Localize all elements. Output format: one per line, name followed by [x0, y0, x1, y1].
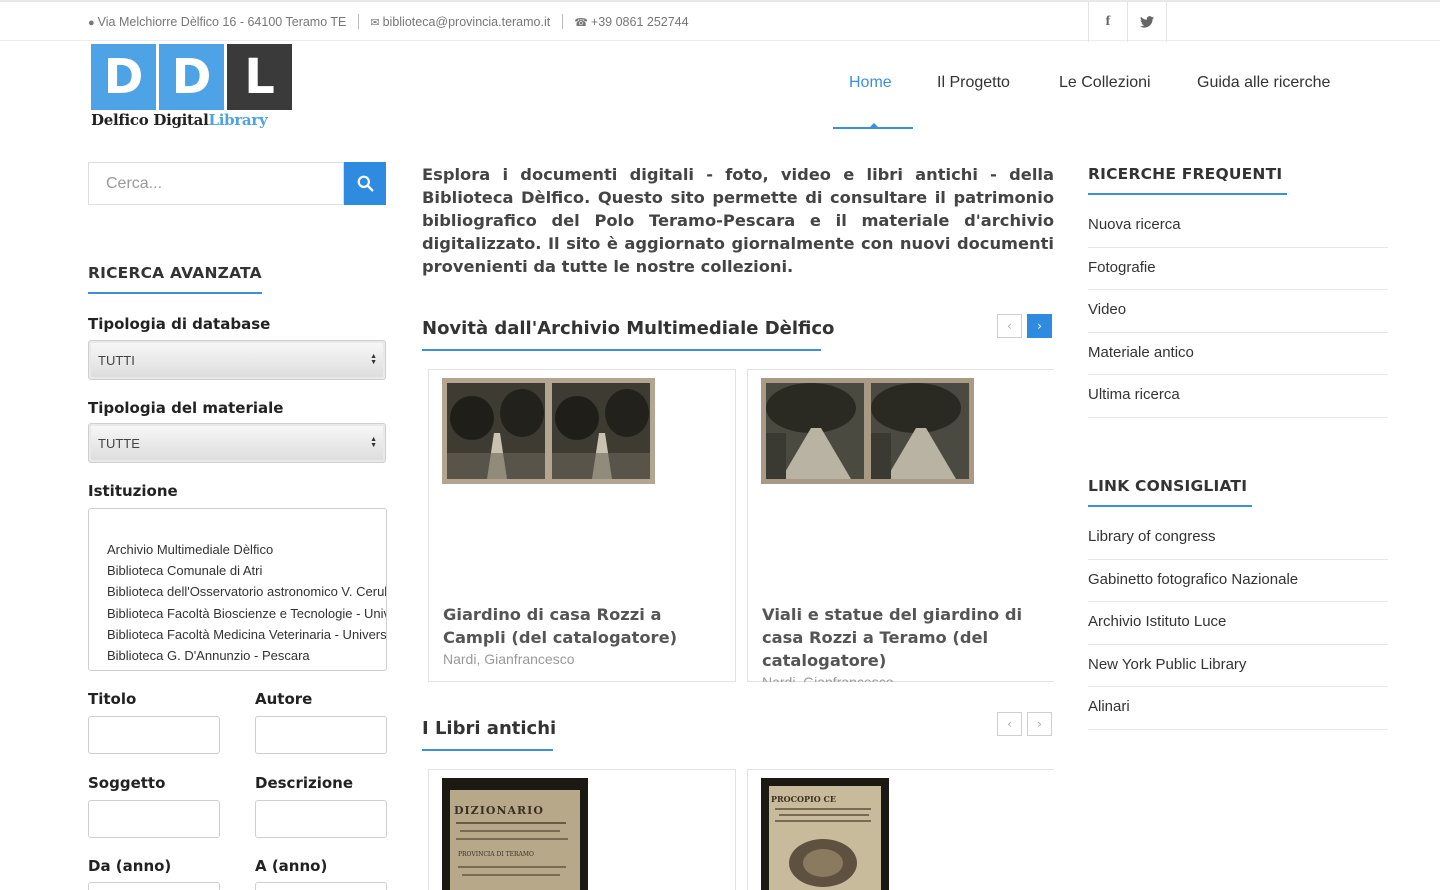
institution-option[interactable]: Biblioteca Comunale di Atri — [107, 560, 386, 581]
to-year-input[interactable] — [255, 882, 387, 890]
nav-item-guida[interactable]: Guida alle ricerche — [1197, 74, 1330, 92]
recommended-links-underline — [1088, 505, 1252, 507]
card-title[interactable]: Viali e statue del giardino di casa Rozz… — [762, 603, 1042, 672]
map-marker-icon: ● — [88, 17, 95, 29]
phone-icon: ☎ — [574, 17, 588, 29]
photo-thumbnail[interactable] — [442, 378, 655, 488]
material-type-label: Tipologia del materiale — [88, 399, 284, 417]
search-button[interactable] — [344, 162, 386, 205]
institution-option[interactable]: Biblioteca Facoltà Bioscienze e Tecnolog… — [107, 603, 386, 624]
svg-text:PROVINCIA DI TERAMO: PROVINCIA DI TERAMO — [458, 851, 534, 858]
from-year-label: Da (anno) — [88, 857, 172, 875]
frequent-searches-list: Nuova ricerca Fotografie Video Materiale… — [1088, 205, 1388, 418]
advanced-search-underline — [88, 292, 262, 294]
institution-option[interactable]: Biblioteca Facoltà Medicina Veterinaria … — [107, 624, 386, 645]
novita-card[interactable]: Giardino di casa Rozzi a Campli (del cat… — [428, 369, 736, 682]
description-input[interactable] — [255, 800, 387, 838]
nav-item-home[interactable]: Home — [849, 74, 892, 92]
libri-next-button[interactable]: › — [1027, 712, 1052, 736]
contact-info: ● Via Melchiorre Dèlfico 16 - 64100 Teram… — [88, 14, 689, 29]
novita-card[interactable]: Viali e statue del giardino di casa Rozz… — [747, 369, 1054, 682]
material-type-value: TUTTE — [98, 436, 140, 451]
nav-item-progetto[interactable]: Il Progetto — [937, 74, 1010, 92]
libri-carousel: DIZIONARIO PROVINCIA DI TERAMO PROCOPIO … — [428, 769, 1054, 890]
recommended-links-title: LINK CONSIGLIATI — [1088, 477, 1248, 495]
svg-text:DIZIONARIO: DIZIONARIO — [454, 804, 544, 817]
top-bar: ● Via Melchiorre Dèlfico 16 - 64100 Teram… — [0, 0, 1440, 42]
logo-wordmark-main: Delfico Digital — [91, 111, 209, 129]
envelope-icon: ✉ — [370, 17, 380, 29]
book-cover[interactable]: PROCOPIO CE — [761, 778, 889, 890]
frequent-search-link[interactable]: Video — [1088, 290, 1388, 333]
recommended-link[interactable]: Gabinetto fotografico Nazionale — [1088, 560, 1388, 602]
book-cover[interactable]: DIZIONARIO PROVINCIA DI TERAMO — [442, 778, 588, 890]
institution-option[interactable]: Biblioteca G. D'Annunzio - Pescara — [107, 645, 386, 666]
twitter-icon[interactable] — [1128, 2, 1167, 42]
libri-prev-button[interactable]: ‹ — [997, 712, 1022, 736]
intro-text: Esplora i documenti digitali - foto, vid… — [422, 165, 1054, 276]
frequent-search-link[interactable]: Fotografie — [1088, 248, 1388, 290]
frequent-search-link[interactable]: Materiale antico — [1088, 333, 1388, 375]
subject-input[interactable] — [88, 800, 220, 838]
nav-item-collezioni[interactable]: Le Collezioni — [1059, 74, 1151, 92]
social-links: f — [1088, 2, 1167, 42]
description-label: Descrizione — [255, 774, 354, 792]
address-text: Via Melchiorre Dèlfico 16 - 64100 Teramo… — [97, 15, 347, 29]
institution-option[interactable]: Archivio Multimediale Dèlfico — [107, 539, 386, 560]
frequent-searches-title: RICERCHE FREQUENTI — [1088, 165, 1283, 183]
novita-carousel: Giardino di casa Rozzi a Campli (del cat… — [428, 369, 1054, 682]
recommended-link[interactable]: New York Public Library — [1088, 645, 1388, 687]
author-label: Autore — [255, 690, 313, 708]
database-type-label: Tipologia di database — [88, 315, 271, 333]
logo-wordmark: Delfico DigitalLibrary — [91, 111, 268, 129]
card-title[interactable]: Giardino di casa Rozzi a Campli (del cat… — [443, 603, 723, 649]
libri-card[interactable]: PROCOPIO CE — [747, 769, 1054, 890]
database-type-select[interactable]: TUTTI ▲ ▼ — [88, 340, 386, 380]
to-year-label: A (anno) — [255, 857, 328, 875]
novita-next-button[interactable]: › — [1027, 314, 1052, 338]
recommended-link[interactable]: Library of congress — [1088, 517, 1388, 560]
email-link[interactable]: biblioteca@provincia.teramo.it — [383, 15, 551, 29]
card-author: Nardi, Gianfrancesco — [443, 651, 575, 667]
institution-option[interactable]: Biblioteca dell'Osservatorio astronomico… — [107, 581, 386, 602]
libri-card[interactable]: DIZIONARIO PROVINCIA DI TERAMO — [428, 769, 736, 890]
novita-underline — [422, 349, 821, 351]
author-input[interactable] — [255, 716, 387, 754]
novita-title: Novità dall'Archivio Multimediale Dèlfic… — [422, 318, 835, 339]
database-type-value: TUTTI — [98, 353, 135, 368]
nav-active-indicator — [833, 123, 913, 129]
institution-listbox[interactable]: Archivio Multimediale Dèlfico Biblioteca… — [88, 508, 387, 671]
recommended-links-list: Library of congress Gabinetto fotografic… — [1088, 517, 1388, 730]
from-year-input[interactable] — [88, 882, 220, 890]
novita-prev-button[interactable]: ‹ — [997, 314, 1022, 338]
facebook-icon[interactable]: f — [1089, 2, 1128, 42]
svg-text:PROCOPIO CE: PROCOPIO CE — [771, 794, 836, 804]
contact-divider — [357, 14, 359, 29]
main-nav: Home Il Progetto Le Collezioni Guida all… — [0, 74, 1440, 98]
search-input[interactable] — [88, 162, 344, 205]
frequent-searches-underline — [1088, 193, 1287, 195]
institution-label: Istituzione — [88, 482, 178, 500]
recommended-link[interactable]: Alinari — [1088, 687, 1388, 730]
libri-title: I Libri antichi — [422, 718, 557, 739]
logo-wordmark-library: Library — [208, 111, 268, 129]
search-icon — [357, 175, 373, 192]
material-type-select[interactable]: TUTTE ▲ ▼ — [88, 423, 386, 463]
libri-underline — [422, 749, 553, 751]
card-author: Nardi, Gianfrancesco — [762, 674, 894, 682]
select-arrows-icon: ▲ ▼ — [370, 436, 377, 449]
frequent-search-link[interactable]: Ultima ricerca — [1088, 375, 1388, 418]
recommended-link[interactable]: Archivio Istituto Luce — [1088, 602, 1388, 645]
title-input[interactable] — [88, 716, 220, 754]
photo-thumbnail[interactable] — [761, 378, 974, 488]
title-label: Titolo — [88, 690, 137, 708]
frequent-search-link[interactable]: Nuova ricerca — [1088, 205, 1388, 248]
advanced-search-title: RICERCA AVANZATA — [88, 264, 262, 282]
select-arrows-icon: ▲ ▼ — [370, 353, 377, 366]
phone-text: +39 0861 252744 — [590, 15, 689, 29]
contact-divider — [561, 14, 563, 29]
subject-label: Soggetto — [88, 774, 166, 792]
search-box — [88, 162, 386, 205]
